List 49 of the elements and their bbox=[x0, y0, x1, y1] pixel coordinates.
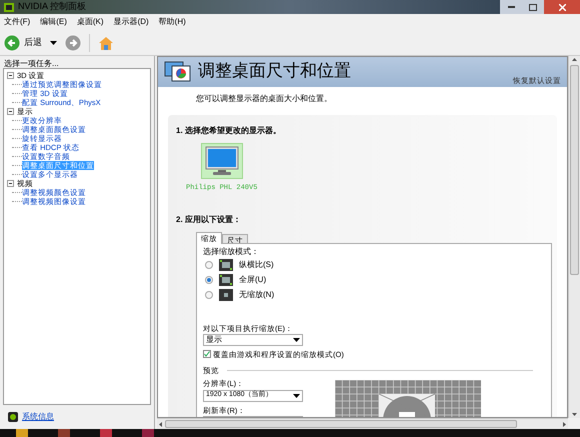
radio-button[interactable] bbox=[205, 261, 213, 269]
display-settings-icon bbox=[164, 60, 192, 84]
checkbox[interactable] bbox=[203, 350, 211, 358]
system-info-link[interactable]: 系统信息 bbox=[22, 411, 54, 423]
horizontal-scrollbar[interactable] bbox=[157, 418, 568, 429]
scaling-target-dropdown[interactable]: 显示 bbox=[203, 334, 303, 346]
menu-item[interactable]: 桌面(K) bbox=[76, 16, 104, 28]
step-heading: 2. 应用以下设置： bbox=[176, 214, 242, 226]
maximize-icon bbox=[529, 4, 537, 10]
app-icon bbox=[4, 2, 14, 12]
scroll-down-icon bbox=[572, 413, 577, 416]
vertical-scrollbar[interactable] bbox=[568, 56, 580, 418]
radio-label[interactable]: 无缩放(N) bbox=[239, 289, 274, 301]
scrollbar-thumb[interactable] bbox=[165, 420, 517, 428]
field-label: 选择缩放模式： bbox=[203, 246, 260, 258]
caret-icon bbox=[293, 338, 300, 342]
scroll-left-icon bbox=[159, 422, 162, 426]
radio-button[interactable] bbox=[205, 291, 213, 299]
window-title: NVIDIA 控制面板 bbox=[18, 0, 86, 14]
scrollbar-thumb[interactable] bbox=[570, 65, 579, 275]
radio-button[interactable] bbox=[205, 276, 213, 284]
menu-item[interactable]: 帮助(H) bbox=[158, 16, 186, 28]
page-title: 调整桌面尺寸和位置 bbox=[198, 60, 351, 82]
page-description: 您可以调整显示器的桌面大小和位置。 bbox=[195, 93, 333, 105]
menu-item[interactable]: 文件(F) bbox=[4, 16, 30, 28]
close-icon bbox=[558, 4, 566, 10]
maximize-button[interactable] bbox=[522, 0, 544, 14]
scaling-mode-icon bbox=[219, 289, 233, 301]
close-button[interactable] bbox=[544, 0, 580, 14]
menu-item[interactable]: 编辑(E) bbox=[40, 16, 67, 28]
system-info-icon bbox=[8, 412, 18, 422]
scroll-up-icon bbox=[572, 58, 577, 61]
menu-item[interactable]: 显示器(D) bbox=[114, 16, 149, 28]
back-button[interactable]: 后退 bbox=[4, 34, 42, 50]
collapse-toggle-icon[interactable] bbox=[7, 108, 14, 115]
scaling-mode-icon bbox=[219, 259, 233, 271]
scroll-right-icon bbox=[563, 422, 566, 426]
caret-icon bbox=[50, 40, 57, 44]
minimize-icon bbox=[508, 6, 514, 8]
minimize-button[interactable] bbox=[500, 0, 522, 14]
radio-label[interactable]: 纵横比(S) bbox=[239, 259, 274, 271]
step-heading: 1. 选择您希望更改的显示器。 bbox=[176, 125, 282, 137]
caret-icon bbox=[293, 394, 300, 398]
collapse-toggle-icon[interactable] bbox=[7, 72, 14, 79]
collapse-toggle-icon[interactable] bbox=[7, 180, 14, 187]
scaling-mode-icon bbox=[219, 274, 233, 286]
radio-label[interactable]: 全屏(U) bbox=[239, 274, 266, 286]
home-icon[interactable] bbox=[98, 34, 114, 50]
sidebar-heading: 选择一项任务... bbox=[3, 58, 60, 68]
